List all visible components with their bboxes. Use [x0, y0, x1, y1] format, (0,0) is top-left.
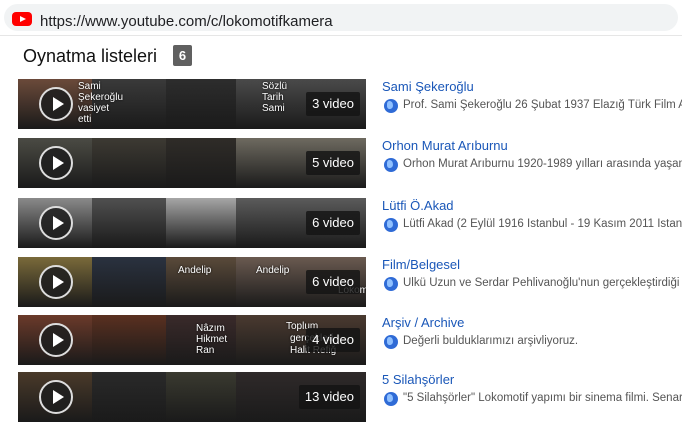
video-count-badge: 6 video [306, 270, 360, 294]
thumbnail-caption: Sami [78, 81, 101, 92]
globe-icon [384, 99, 398, 113]
play-icon[interactable] [39, 323, 73, 357]
thumbnail-caption: Sami [262, 103, 285, 114]
thumbnail-frame [92, 372, 166, 422]
browser-address-bar: https://www.youtube.com/c/lokomotifkamer… [0, 0, 682, 36]
url-field[interactable]: https://www.youtube.com/c/lokomotifkamer… [4, 4, 678, 31]
playlist-title-link[interactable]: Film/Belgesel [382, 257, 460, 272]
thumbnail-caption: vasiyet [78, 103, 110, 114]
video-count-badge: 3 video [306, 92, 360, 116]
playlist-title-link[interactable]: Arşiv / Archive [382, 315, 464, 330]
playlist-description: Orhon Murat Arıburnu 1920-1989 yılları a… [403, 158, 682, 170]
play-icon[interactable] [39, 206, 73, 240]
playlist-title-link[interactable]: Lütfi Ö.Akad [382, 198, 454, 213]
video-count-badge: 13 video [298, 385, 360, 409]
thumbnail-caption: Şekeroğlu [78, 92, 124, 103]
playlist-thumbnail[interactable]: 13 video [18, 372, 366, 422]
video-count-badge: 6 video [306, 211, 360, 235]
globe-icon [384, 335, 398, 349]
youtube-logo-icon [12, 12, 32, 26]
play-icon[interactable] [39, 265, 73, 299]
playlist-item[interactable]: 6 video Lütfi Ö.Akad Lütfi Akad (2 Eylül 1… [0, 198, 682, 248]
playlist-thumbnail[interactable]: Sami Şekeroğlu vasiyet etti Sözlü Tarih Sami 3 … [18, 79, 366, 129]
thumbnail-caption: Andelip [256, 265, 290, 276]
playlist-item[interactable]: Sami Şekeroğlu vasiyet etti Sözlü Tarih Sami 3 … [0, 79, 682, 129]
playlist-item[interactable]: NâzımHikmetRanToplumgerçekleriHalit Refi… [0, 315, 682, 365]
playlist-description: Lütfi Akad (2 Eylül 1916 İstanbul - 19 K… [403, 218, 682, 230]
playlist-thumbnail[interactable]: NâzımHikmetRanToplumgerçekleriHalit Refi… [18, 315, 366, 365]
playlist-item[interactable]: 5 video Orhon Murat Arıburnu Orhon Murat A… [0, 138, 682, 188]
thumbnail-caption: etti [78, 114, 92, 125]
video-count-badge: 5 video [306, 151, 360, 175]
playlist-description: "5 Silahşörler" Lokomotif yapımı bir sin… [403, 392, 682, 404]
playlist-thumbnail[interactable]: 6 video [18, 198, 366, 248]
thumbnail-caption: Sözlü [262, 81, 288, 92]
globe-icon [384, 277, 398, 291]
globe-icon [384, 218, 398, 232]
thumbnail-frame [92, 198, 166, 248]
playlist-title-link[interactable]: 5 Silahşörler [382, 372, 454, 387]
playlist-description: Prof. Sami Şekeroğlu 26 Şubat 1937 Elazı… [403, 99, 682, 111]
thumbnail-frame [92, 315, 166, 365]
thumbnail-frame [92, 138, 166, 188]
playlist-title-link[interactable]: Sami Şekeroğlu [382, 79, 474, 94]
thumbnail-caption: Nâzım [196, 323, 225, 334]
thumbnail-caption: Hikmet [196, 334, 228, 345]
playlists-count-badge: 6 [173, 45, 192, 66]
play-icon[interactable] [39, 87, 73, 121]
playlist-thumbnail[interactable]: AndelipAndelipLokomotif6 video [18, 257, 366, 307]
thumbnail-frame [166, 138, 236, 188]
playlist-thumbnail[interactable]: 5 video [18, 138, 366, 188]
playlist-item[interactable]: AndelipAndelipLokomotif6 videoFilm/Belge… [0, 257, 682, 307]
playlist-title-link[interactable]: Orhon Murat Arıburnu [382, 138, 508, 153]
play-icon[interactable] [39, 146, 73, 180]
thumbnail-caption: Andelip [178, 265, 212, 276]
play-icon[interactable] [39, 380, 73, 414]
playlist-description: Ülkü Uzun ve Serdar Pehlivanoğlu'nun ger… [403, 277, 682, 289]
thumbnail-frame [92, 257, 166, 307]
thumbnail-caption: Tarih [262, 92, 284, 103]
globe-icon [384, 158, 398, 172]
globe-icon [384, 392, 398, 406]
thumbnail-caption: Ran [196, 345, 215, 356]
url-text: https://www.youtube.com/c/lokomotifkamer… [40, 13, 333, 30]
playlists-heading: Oynatma listeleri [23, 46, 158, 66]
video-count-badge: 4 video [306, 328, 360, 352]
thumbnail-frame [166, 198, 236, 248]
playlist-description: Değerli bulduklarımızı arşivliyoruz. [403, 335, 579, 347]
playlist-item[interactable]: 13 video 5 Silahşörler "5 Silahşörler" Lok… [0, 372, 682, 422]
thumbnail-frame [166, 372, 236, 422]
thumbnail-frame [166, 79, 236, 129]
